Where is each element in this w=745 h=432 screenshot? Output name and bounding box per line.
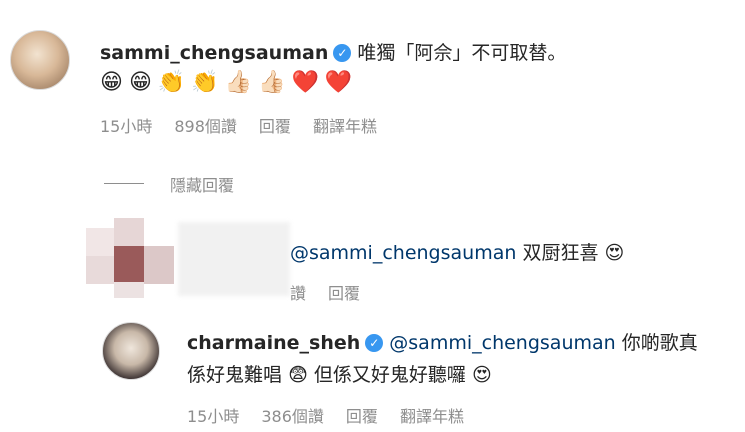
translate-button[interactable]: 翻譯年糕 [313, 117, 377, 136]
blurred-username [178, 222, 290, 296]
heart-emoji-icon: ❤️ [324, 70, 353, 95]
username-charmaine[interactable]: charmaine_sheh [187, 332, 360, 354]
verified-badge-icon: ✓ [333, 43, 352, 62]
divider-line [104, 183, 144, 184]
like-count[interactable]: 讚 [290, 284, 306, 303]
comment-meta: 15小時 898個讚 回覆 翻譯年糕 [100, 113, 399, 137]
reply1-body: 双厨狂喜 [516, 242, 599, 264]
reply2-body: 你啲歌真 [615, 332, 698, 354]
avatar-charmaine[interactable] [102, 322, 160, 380]
thumbs-up-emoji-icon: 👍🏻 [258, 70, 286, 95]
grin-emoji-icon: 😁 [128, 70, 152, 95]
username-sammi[interactable]: sammi_chengsauman [100, 42, 328, 64]
reply2-body-2a: 係好鬼難唱 [187, 364, 283, 386]
reply1-text: @sammi_chengsauman 双厨狂喜 😍 [290, 238, 624, 265]
hide-replies-button[interactable]: 隱藏回覆 [170, 172, 234, 196]
comment-main: sammi_chengsauman ✓ 唯獨「阿佘」不可取替。 [100, 38, 740, 65]
clap-emoji-icon: 👏 [157, 70, 186, 95]
like-count[interactable]: 898個讚 [174, 117, 237, 136]
reply2-line1: charmaine_sheh ✓ @sammi_chengsauman 你啲歌真 [187, 328, 743, 355]
translate-button[interactable]: 翻譯年糕 [400, 407, 464, 426]
grin-emoji-icon: 😁 [100, 70, 123, 95]
reply-button[interactable]: 回覆 [328, 284, 360, 303]
heart-eyes-emoji-icon: 😍 [604, 242, 625, 264]
timestamp: 15小時 [187, 407, 240, 426]
comment-text: 唯獨「阿佘」不可取替。 [357, 42, 567, 64]
reply1-meta: 讚 回覆 [290, 280, 382, 304]
heart-eyes-emoji-icon: 😍 [471, 364, 492, 386]
reply2-meta: 15小時 386個讚 回覆 翻譯年糕 [187, 403, 486, 427]
reply2-line2: 係好鬼難唱 😨 但係又好鬼好聽囉 😍 [187, 360, 492, 387]
verified-badge-icon: ✓ [365, 333, 384, 352]
mention-link[interactable]: @sammi_chengsauman [389, 332, 615, 354]
thumbs-up-emoji-icon: 👍🏻 [224, 70, 253, 95]
reply-button[interactable]: 回覆 [259, 117, 291, 136]
blurred-avatar [86, 218, 176, 298]
heart-emoji-icon: ❤️ [291, 70, 319, 95]
timestamp: 15小時 [100, 117, 153, 136]
reply2-body-2b: 但係又好鬼好聽囉 [313, 364, 466, 386]
emoji-row: 😁 😁 👏 👏 👍🏻 👍🏻 ❤️ ❤️ [100, 70, 358, 95]
like-count[interactable]: 386個讚 [261, 407, 324, 426]
avatar-sammi[interactable] [10, 30, 70, 90]
reply-button[interactable]: 回覆 [346, 407, 378, 426]
clap-emoji-icon: 👏 [191, 70, 219, 95]
mention-link[interactable]: @sammi_chengsauman [290, 242, 516, 264]
fearful-emoji-icon: 😨 [288, 364, 308, 386]
